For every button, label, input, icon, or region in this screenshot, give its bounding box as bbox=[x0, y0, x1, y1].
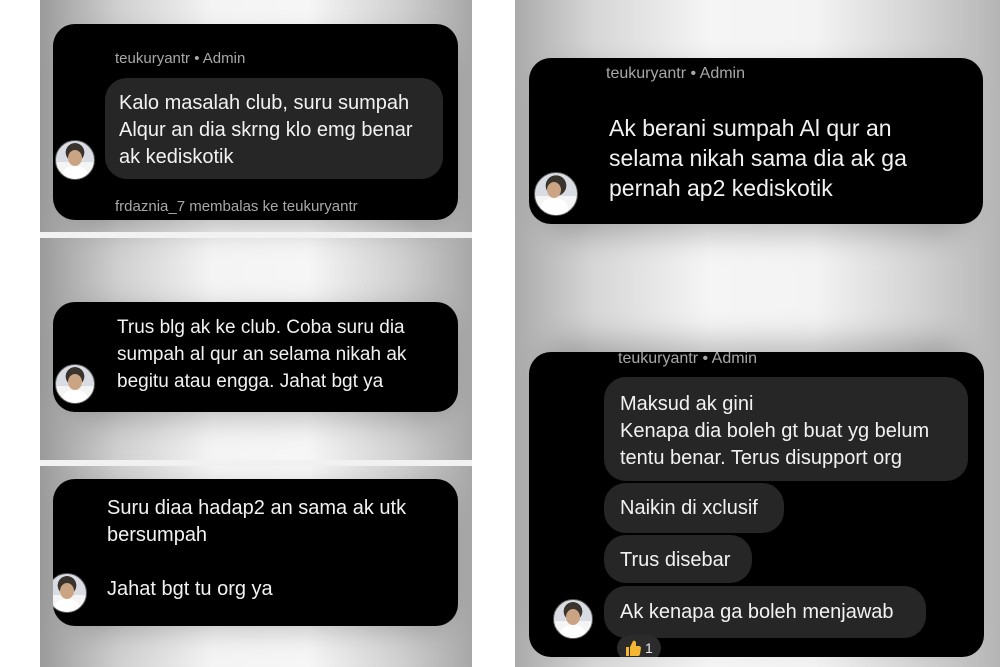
comment-panel-2: Trus blg ak ke club. Coba suru dia sumpa… bbox=[53, 302, 458, 412]
comment-panel-4: teukuryantr • Admin Ak berani sumpah Al … bbox=[529, 58, 983, 224]
divider bbox=[40, 232, 472, 238]
comment-text: Naikin di xclusif bbox=[620, 497, 758, 519]
comment-author[interactable]: teukuryantr • Admin bbox=[606, 65, 745, 83]
user-avatar[interactable] bbox=[55, 364, 95, 404]
comment-text: Trus disebar bbox=[620, 549, 731, 571]
comment-text: Maksud ak gini Kenapa dia boleh gt buat … bbox=[620, 393, 930, 469]
user-avatar[interactable] bbox=[55, 140, 95, 180]
user-avatar[interactable] bbox=[534, 172, 578, 216]
thumbs-up-icon bbox=[626, 640, 641, 656]
comment-text: Ak kenapa ga boleh menjawab bbox=[620, 601, 894, 623]
comment-text: Trus blg ak ke club. Coba suru dia sumpa… bbox=[117, 317, 407, 392]
reaction-count: 1 bbox=[645, 640, 653, 656]
comment-text: Kalo masalah club, suru sumpah Alqur an … bbox=[119, 92, 413, 168]
divider bbox=[40, 460, 472, 466]
comment-panel-5: teukuryantr • Admin Maksud ak gini Kenap… bbox=[529, 352, 984, 657]
user-avatar[interactable] bbox=[53, 573, 87, 613]
comment-panel-3: Suru diaa hadap2 an sama ak utk bersumpa… bbox=[53, 479, 458, 626]
comment-text: Ak berani sumpah Al qur an selama nikah … bbox=[609, 115, 907, 201]
reaction-badge[interactable]: 1 bbox=[617, 635, 661, 657]
user-avatar[interactable] bbox=[553, 599, 593, 639]
comment-text: Suru diaa hadap2 an sama ak utk bersumpa… bbox=[107, 497, 407, 600]
reply-label[interactable]: frdaznia_7 membalas ke teukuryantr bbox=[115, 198, 358, 215]
comment-author[interactable]: teukuryantr • Admin bbox=[115, 50, 245, 67]
comment-panel-1: teukuryantr • Admin Kalo masalah club, s… bbox=[53, 24, 458, 220]
comment-author[interactable]: teukuryantr • Admin bbox=[618, 352, 757, 368]
